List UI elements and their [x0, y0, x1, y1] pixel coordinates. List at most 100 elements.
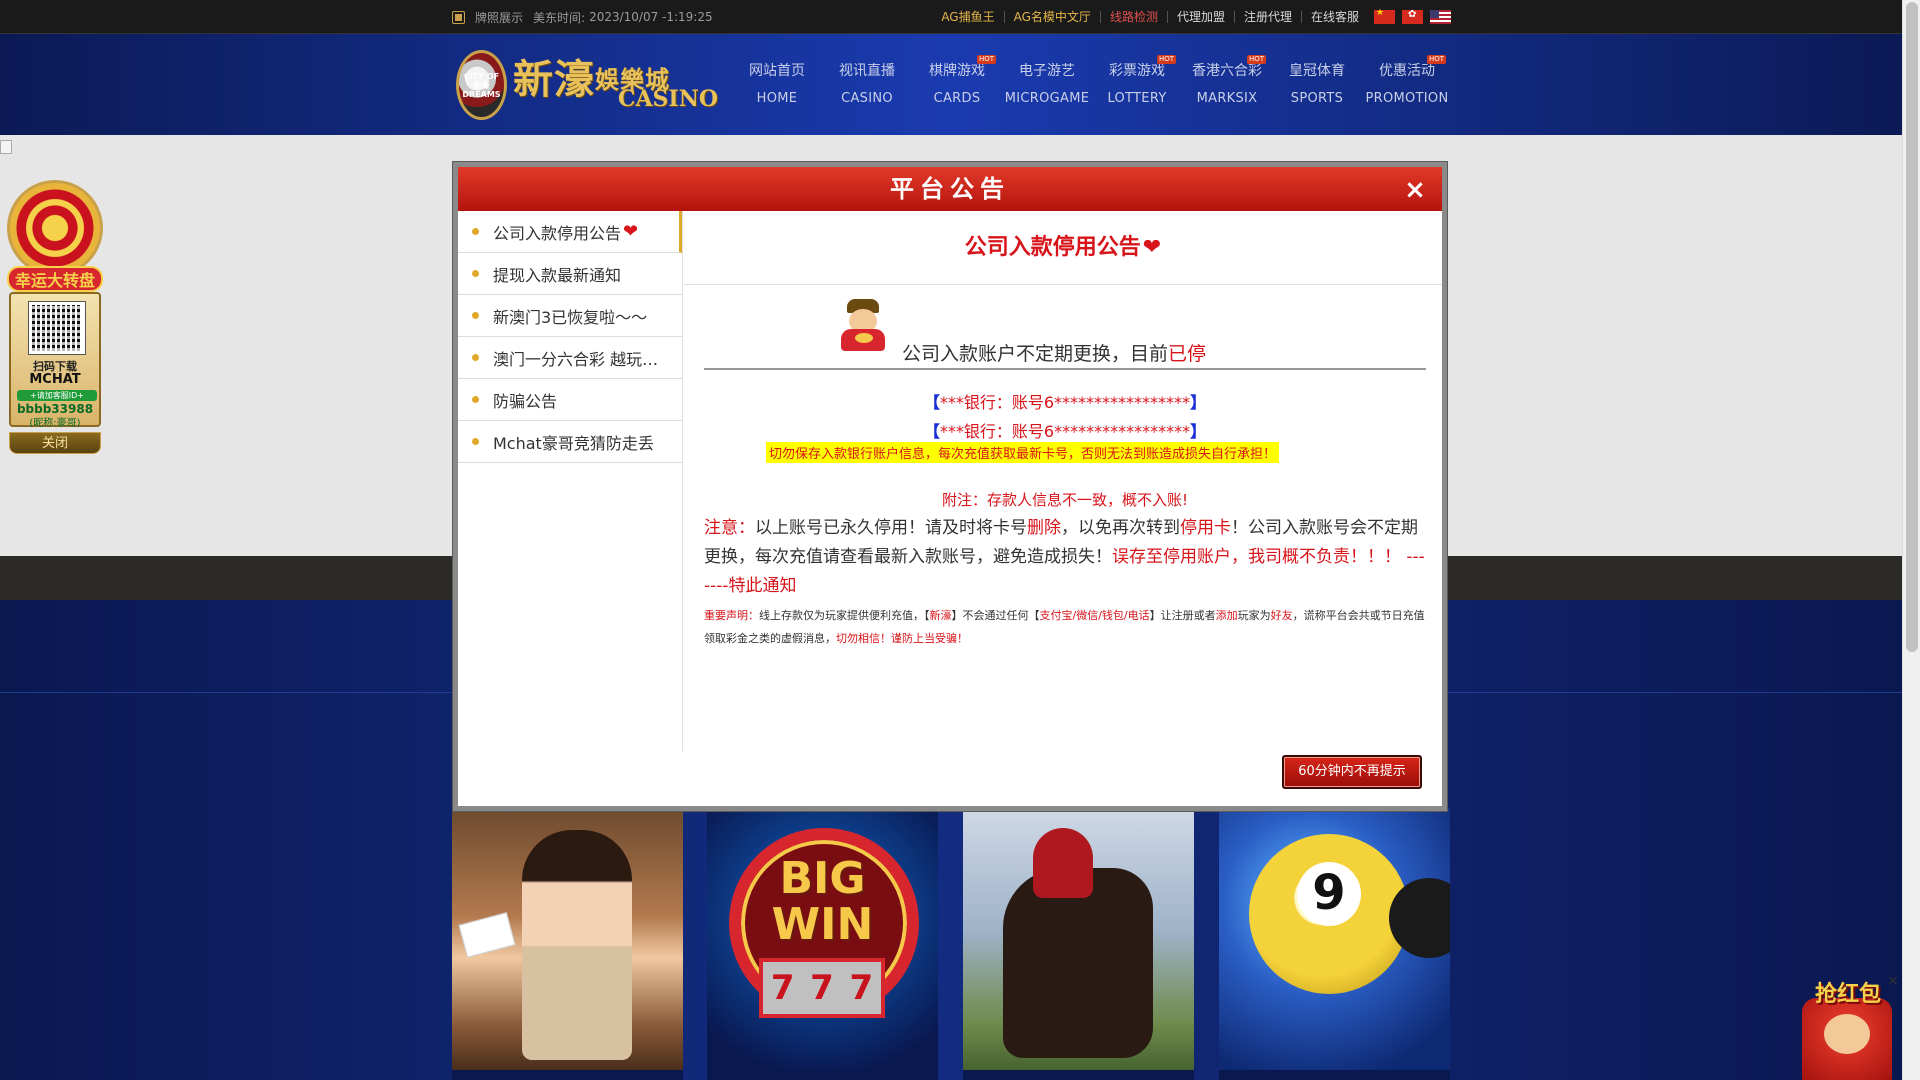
- close-icon[interactable]: ×: [1886, 974, 1900, 988]
- bullet-icon: [472, 312, 479, 319]
- license-icon: [452, 10, 465, 24]
- game-card-casino[interactable]: [452, 808, 683, 1080]
- ag-models-hall-link[interactable]: AG名模中文厅: [1003, 11, 1100, 23]
- announcement-content: 公司入款停用公告❤ 公司入款账户不定期更换，目前已停 【***银行：账号6***…: [684, 211, 1442, 801]
- modal-header: 平台公告 ×: [458, 167, 1442, 211]
- announcement-label: 新澳门3已恢复啦～～: [493, 307, 648, 327]
- heart-icon: ❤: [623, 220, 639, 242]
- lucky-banner: 幸运大转盘: [7, 266, 103, 292]
- agent-register-link[interactable]: 注册代理: [1233, 11, 1301, 23]
- mchat-app-name: MCHAT: [29, 372, 81, 387]
- nav-label-cn: 视讯直播: [839, 62, 895, 79]
- nav-lottery[interactable]: HOT 彩票游戏 LOTTERY: [1092, 34, 1182, 135]
- logo-cn-name: 新濠: [512, 56, 595, 103]
- playing-cards-image: [458, 912, 516, 958]
- scrollbar-thumb[interactable]: [1906, 2, 1918, 652]
- announcement-label: 公司入款停用公告: [493, 223, 622, 243]
- announcement-label: Mchat豪哥竞猜防走丢: [493, 433, 654, 453]
- bullet-icon: [472, 228, 479, 235]
- hot-badge: HOT: [1156, 55, 1176, 64]
- big-win-art: BIG WIN: [771, 853, 874, 950]
- nav-marksix[interactable]: HOT 香港六合彩 MARKSIX: [1182, 34, 1272, 135]
- logo-emblem: CITY OF 新濠 DREAMS: [456, 50, 507, 120]
- flag-us-icon[interactable]: [1430, 10, 1451, 24]
- hot-badge: HOT: [1426, 55, 1446, 64]
- bank-account-2: 【***银行：账号6*****************】: [923, 422, 1207, 441]
- announcement-label: 防骗公告: [493, 391, 558, 411]
- nav-microgame[interactable]: 电子游艺 MICROGAME: [1002, 34, 1092, 135]
- nav-label-en: SPORTS: [1290, 90, 1344, 106]
- logo-en-name: CASINO: [617, 86, 718, 112]
- announcement-modal: 平台公告 × 公司入款停用公告 ❤ 提现入款最新通知 新澳门3已恢复啦～～ 澳门一…: [453, 162, 1447, 811]
- nav-label-en: PROMOTION: [1365, 90, 1449, 106]
- online-support-link[interactable]: 在线客服: [1300, 11, 1368, 23]
- nav-label-en: CARDS: [933, 90, 981, 106]
- support-nickname: (昵称:豪哥): [29, 418, 81, 429]
- dismiss-60min-button[interactable]: 60分钟内不再提示: [1282, 755, 1422, 789]
- announcement-item-anti-fraud[interactable]: 防骗公告: [458, 379, 682, 421]
- announcement-item-macau3-restored[interactable]: 新澳门3已恢复啦～～: [458, 295, 682, 337]
- game-card-racing[interactable]: [963, 808, 1194, 1080]
- license-link[interactable]: 牌照展示: [475, 9, 523, 26]
- content-title: 公司入款停用公告: [964, 235, 1141, 260]
- nav-sports[interactable]: 皇冠体育 SPORTS: [1272, 34, 1362, 135]
- mchat-qr-panel: 扫码下载 MCHAT +请加客服ID+ bbbb33988 (昵称:豪哥): [9, 292, 101, 429]
- site-logo[interactable]: CITY OF 新濠 DREAMS 新濠娛樂城 CASINO: [456, 48, 718, 122]
- announcement-label: 澳门一分六合彩 越玩越…: [493, 349, 673, 369]
- broken-image-icon: [0, 140, 12, 154]
- nav-promotion[interactable]: HOT 优惠活动 PROMOTION: [1362, 34, 1452, 135]
- notice-paragraph: 注意：以上账号已永久停用！请及时将卡号删除，以免再次转到停用卡！公司入款账号会不…: [704, 518, 1425, 596]
- heart-icon: ❤: [1142, 235, 1162, 260]
- agent-join-link[interactable]: 代理加盟: [1166, 11, 1234, 23]
- announcement-item-macau-marksix[interactable]: 澳门一分六合彩 越玩越…: [458, 337, 682, 379]
- nav-label-cn: 电子游艺: [1019, 62, 1075, 79]
- important-declaration: 重要声明：线上存款仅为玩家提供便利充值，【新濠】不会通过任何【支付宝/微信/钱包…: [704, 609, 1425, 645]
- nav-label-en: CASINO: [841, 90, 893, 106]
- bullet-icon: [472, 270, 479, 277]
- bank-account-1: 【***银行：账号6*****************】: [923, 393, 1207, 412]
- nav-label-en: MICROGAME: [1004, 90, 1090, 106]
- depositor-note: 附注：存款人信息不一致，概不入账!: [941, 491, 1188, 509]
- qr-code-icon: [28, 301, 86, 355]
- content-divider: [704, 368, 1426, 370]
- lucky-wheel-icon: [7, 180, 103, 276]
- page-scrollbar[interactable]: [1902, 0, 1920, 1080]
- flag-cn-icon[interactable]: [1374, 8, 1395, 24]
- flag-hk-icon[interactable]: [1402, 9, 1423, 24]
- close-ad-button[interactable]: 关闭: [9, 432, 101, 454]
- left-floating-ad[interactable]: 幸运大转盘 扫码下载 MCHAT +请加客服ID+ bbbb33988 (昵称:…: [5, 180, 105, 456]
- line-check-link[interactable]: 线路检测: [1099, 11, 1167, 23]
- nav-home[interactable]: 网站首页 HOME: [732, 34, 822, 135]
- game-card-slots[interactable]: BIG WIN 777: [707, 808, 938, 1080]
- bullet-icon: [472, 438, 479, 445]
- ag-fishing-link[interactable]: AG捕鱼王: [932, 11, 1003, 23]
- main-nav: 网站首页 HOME 视讯直播 CASINO HOT 棋牌游戏 CARDS 电子游…: [732, 34, 1452, 135]
- time-value: 2023/10/07 -1:19:25: [589, 10, 713, 24]
- announcement-item-withdraw-notice[interactable]: 提现入款最新通知: [458, 253, 682, 295]
- nav-label-cn: 皇冠体育: [1289, 62, 1345, 79]
- nav-label-en: HOME: [756, 90, 798, 106]
- announcement-label: 提现入款最新通知: [493, 265, 622, 285]
- dealer-image: [522, 830, 632, 1060]
- nav-cards[interactable]: HOT 棋牌游戏 CARDS: [912, 34, 1002, 135]
- announcement-list: 公司入款停用公告 ❤ 提现入款最新通知 新澳门3已恢复啦～～ 澳门一分六合彩 越玩…: [458, 211, 683, 751]
- announcement-item-deposit-suspended[interactable]: 公司入款停用公告 ❤: [458, 211, 682, 253]
- modal-title: 平台公告: [890, 175, 1010, 203]
- bullet-icon: [472, 396, 479, 403]
- time-label: 美东时间:: [533, 10, 586, 25]
- game-card-lottery[interactable]: 9: [1219, 808, 1450, 1080]
- red-envelope-widget[interactable]: 抢红包 ×: [1796, 970, 1900, 1080]
- slot-reels-image: 777: [759, 958, 885, 1018]
- billiard-ball-9-image: 9: [1249, 834, 1409, 994]
- nav-casino[interactable]: 视讯直播 CASINO: [822, 34, 912, 135]
- announcement-item-mchat[interactable]: Mchat豪哥竞猜防走丢: [458, 421, 682, 463]
- site-header: CITY OF 新濠 DREAMS 新濠娛樂城 CASINO 网站首页 HOME…: [0, 34, 1902, 135]
- nav-label-cn: 网站首页: [749, 62, 805, 79]
- god-of-wealth-icon: [835, 299, 891, 351]
- hot-badge: HOT: [1246, 55, 1266, 64]
- hot-badge: HOT: [976, 55, 996, 64]
- nav-label-en: LOTTERY: [1107, 90, 1167, 106]
- deposit-change-text: 公司入款账户不定期更换，目前已停: [902, 343, 1207, 365]
- top-bar: 牌照展示 美东时间: 2023/10/07 -1:19:25 AG捕鱼王 AG名…: [0, 0, 1902, 34]
- modal-close-button[interactable]: ×: [1404, 177, 1426, 203]
